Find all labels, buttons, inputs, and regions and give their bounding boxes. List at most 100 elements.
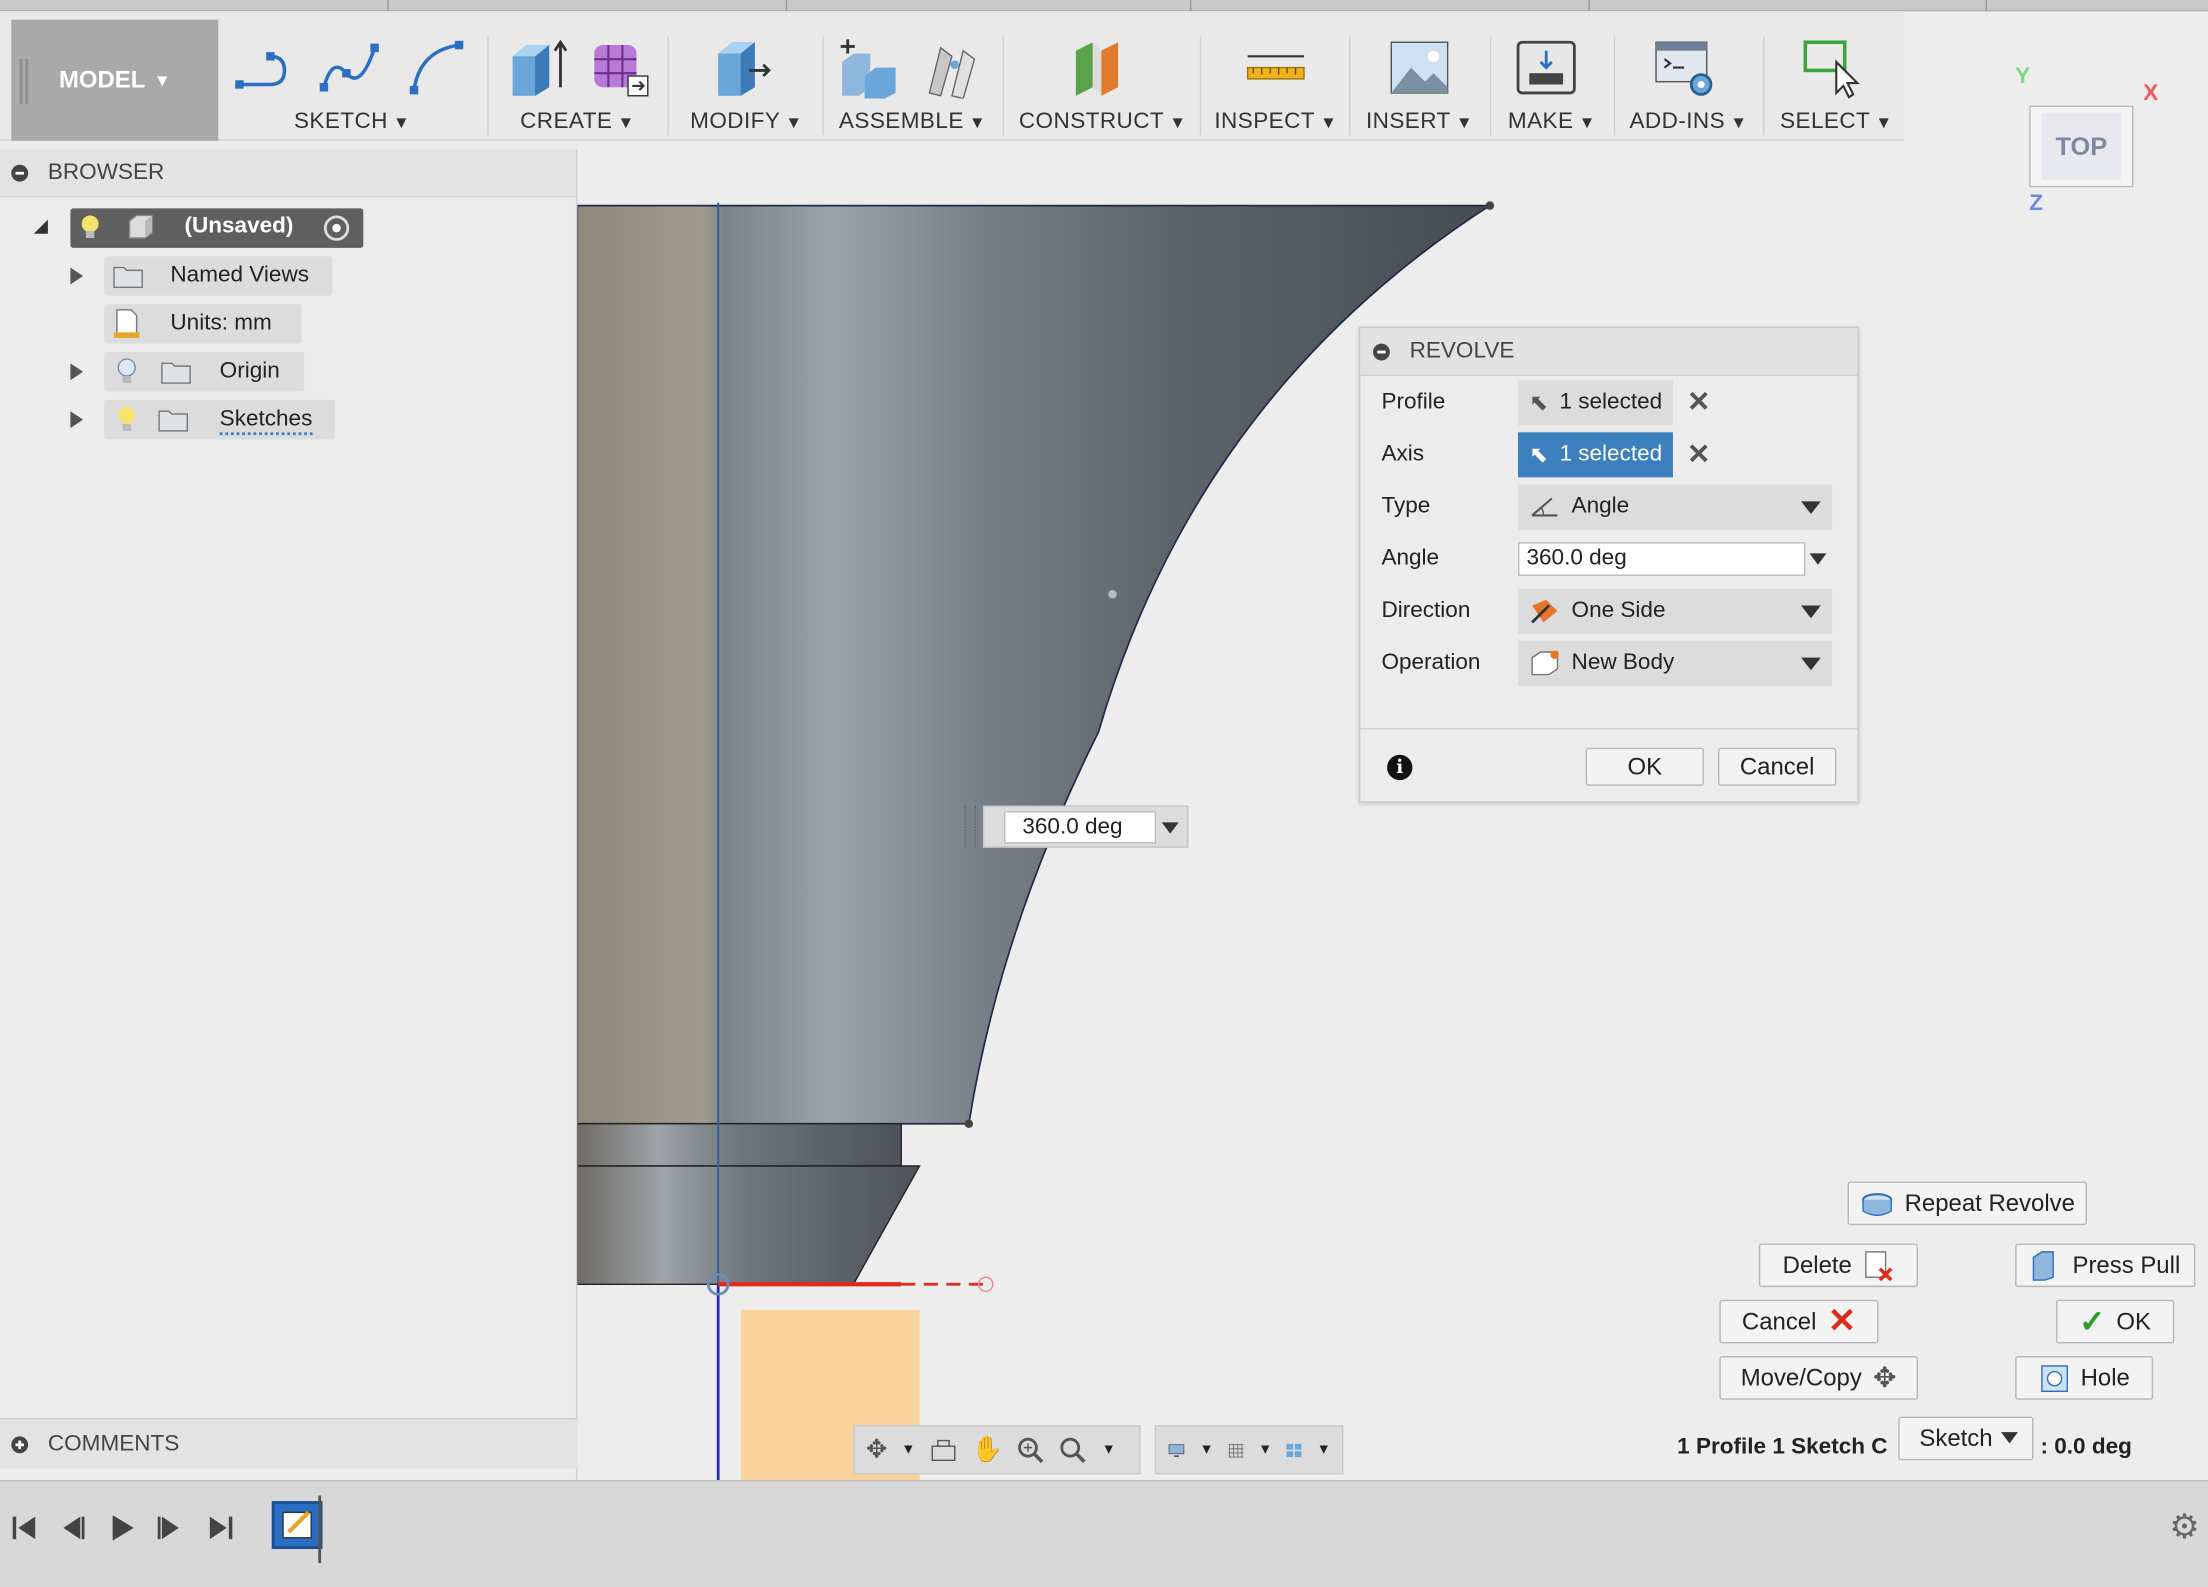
- press-pull-icon[interactable]: [713, 37, 775, 99]
- move-copy-button[interactable]: Move/Copy ✥: [1719, 1356, 1918, 1400]
- construct-group[interactable]: CONSTRUCT: [1011, 20, 1194, 141]
- step-forward-icon[interactable]: [155, 1512, 186, 1543]
- dialog-ok-button[interactable]: OK: [1585, 747, 1704, 786]
- go-to-start-icon[interactable]: [8, 1512, 39, 1543]
- line-icon[interactable]: [234, 37, 296, 99]
- sketch-group[interactable]: SKETCH: [225, 20, 478, 141]
- create-group[interactable]: CREATE: [496, 20, 659, 141]
- collapse-icon[interactable]: [11, 164, 29, 181]
- make-menu[interactable]: MAKE: [1496, 110, 1609, 135]
- measure-icon[interactable]: [1245, 37, 1307, 99]
- new-component-icon[interactable]: [836, 37, 898, 99]
- base-body[interactable]: [577, 1165, 921, 1285]
- activate-radio-icon[interactable]: [323, 215, 350, 241]
- select-menu[interactable]: SELECT: [1769, 110, 1904, 135]
- clear-profile-icon[interactable]: ✕: [1687, 384, 1711, 419]
- addins-group[interactable]: ADD-INS: [1619, 20, 1757, 141]
- insert-image-icon[interactable]: [1388, 37, 1450, 99]
- orbit-icon[interactable]: ✥: [866, 1435, 887, 1465]
- make-group[interactable]: MAKE: [1496, 20, 1609, 141]
- create-menu[interactable]: CREATE: [496, 110, 659, 135]
- select-icon[interactable]: [1800, 37, 1862, 99]
- delete-button[interactable]: Delete: [1758, 1243, 1918, 1288]
- step-back-icon[interactable]: [56, 1512, 87, 1543]
- comments-panel[interactable]: COMMENTS: [0, 1418, 578, 1469]
- modify-group[interactable]: MODIFY: [676, 20, 817, 141]
- play-icon[interactable]: [107, 1512, 138, 1543]
- press-pull-button[interactable]: Press Pull: [2015, 1243, 2196, 1288]
- timeline-sketch-feature[interactable]: [271, 1501, 323, 1550]
- direction-dropdown[interactable]: One Side: [1518, 588, 1833, 634]
- pan-hand-icon[interactable]: ✋: [972, 1435, 1004, 1465]
- spline-icon[interactable]: [318, 37, 380, 99]
- toolbar-grip[interactable]: [19, 59, 29, 105]
- assemble-group[interactable]: ASSEMBLE: [831, 20, 994, 141]
- viewports-icon[interactable]: [1286, 1437, 1302, 1462]
- scripts-icon[interactable]: [1653, 37, 1715, 99]
- clear-axis-icon[interactable]: ✕: [1687, 437, 1711, 472]
- 3d-print-icon[interactable]: [1515, 37, 1577, 99]
- go-to-end-icon[interactable]: [206, 1512, 237, 1543]
- revolve-dialog-header[interactable]: REVOLVE: [1360, 328, 1858, 376]
- angle-input-field[interactable]: 360.0 deg: [1004, 811, 1157, 844]
- modify-menu[interactable]: MODIFY: [676, 110, 817, 135]
- collapse-icon[interactable]: [1372, 342, 1390, 360]
- chevron-down-icon[interactable]: [1809, 553, 1827, 565]
- browser-header[interactable]: BROWSER: [0, 149, 576, 198]
- extrude-icon[interactable]: [507, 37, 569, 99]
- grid-icon[interactable]: [1228, 1437, 1244, 1462]
- chevron-down-icon[interactable]: ▼: [1317, 1442, 1331, 1457]
- display-settings-icon[interactable]: [1167, 1437, 1185, 1462]
- axis-select-button[interactable]: ⬉ 1 selected: [1518, 432, 1673, 478]
- gear-icon[interactable]: ⚙: [2169, 1507, 2199, 1548]
- vertex-point[interactable]: [964, 1119, 974, 1128]
- zoom-window-icon[interactable]: [1060, 1436, 1088, 1464]
- inspect-menu[interactable]: INSPECT: [1208, 110, 1343, 135]
- sketch-filter-dropdown[interactable]: Sketch: [1898, 1416, 2034, 1461]
- addins-menu[interactable]: ADD-INS: [1619, 110, 1757, 135]
- cancel-button[interactable]: Cancel ✕: [1719, 1299, 1879, 1344]
- chevron-down-icon[interactable]: ▼: [1200, 1442, 1214, 1457]
- joint-icon[interactable]: [921, 37, 983, 99]
- dialog-cancel-button[interactable]: Cancel: [1718, 747, 1837, 786]
- vertex-point[interactable]: [1108, 590, 1117, 599]
- type-dropdown[interactable]: Angle: [1518, 484, 1833, 530]
- profile-select-button[interactable]: ⬉ 1 selected: [1518, 380, 1673, 426]
- assemble-menu[interactable]: ASSEMBLE: [831, 110, 994, 135]
- expand-sketches-icon[interactable]: [70, 411, 84, 429]
- operation-dropdown[interactable]: New Body: [1518, 640, 1833, 686]
- angle-field[interactable]: 360.0 deg: [1518, 542, 1806, 576]
- expand-icon[interactable]: [11, 1435, 29, 1453]
- insert-group[interactable]: INSERT: [1355, 20, 1485, 141]
- zoom-icon[interactable]: [1017, 1436, 1045, 1464]
- collar-body[interactable]: [577, 1123, 902, 1167]
- form-icon[interactable]: [589, 37, 651, 99]
- insert-menu[interactable]: INSERT: [1355, 110, 1485, 135]
- lightbulb-icon[interactable]: [115, 404, 138, 435]
- select-group[interactable]: SELECT: [1769, 20, 1904, 141]
- timeline-marker[interactable]: [318, 1495, 322, 1564]
- vertex-point[interactable]: [1485, 201, 1495, 210]
- lightbulb-off-icon[interactable]: [115, 356, 138, 387]
- sketch-menu[interactable]: SKETCH: [225, 110, 478, 135]
- chevron-down-icon[interactable]: ▼: [1258, 1442, 1272, 1457]
- construct-menu[interactable]: CONSTRUCT: [1011, 110, 1194, 135]
- chevron-down-icon[interactable]: [1161, 822, 1179, 834]
- expand-named-views-icon[interactable]: [70, 267, 84, 285]
- lightbulb-icon[interactable]: [79, 214, 102, 242]
- expand-origin-icon[interactable]: [70, 363, 84, 381]
- workspace-switcher[interactable]: MODEL ▼: [11, 19, 219, 141]
- manipulator-handle[interactable]: [964, 805, 976, 848]
- expand-root-icon[interactable]: [33, 219, 48, 234]
- offset-plane-icon[interactable]: [1070, 37, 1132, 99]
- ok-button[interactable]: ✓ OK: [2055, 1299, 2175, 1344]
- arc-icon[interactable]: [406, 37, 468, 99]
- hole-button[interactable]: Hole: [2015, 1356, 2154, 1400]
- revolve-body[interactable]: [577, 204, 1493, 1125]
- inspect-group[interactable]: INSPECT: [1208, 20, 1343, 141]
- chevron-down-icon[interactable]: ▼: [901, 1442, 915, 1457]
- repeat-revolve-button[interactable]: Repeat Revolve: [1847, 1181, 2087, 1226]
- info-icon[interactable]: i: [1387, 754, 1413, 781]
- look-at-icon[interactable]: [929, 1437, 957, 1462]
- chevron-down-icon[interactable]: ▼: [1102, 1442, 1116, 1457]
